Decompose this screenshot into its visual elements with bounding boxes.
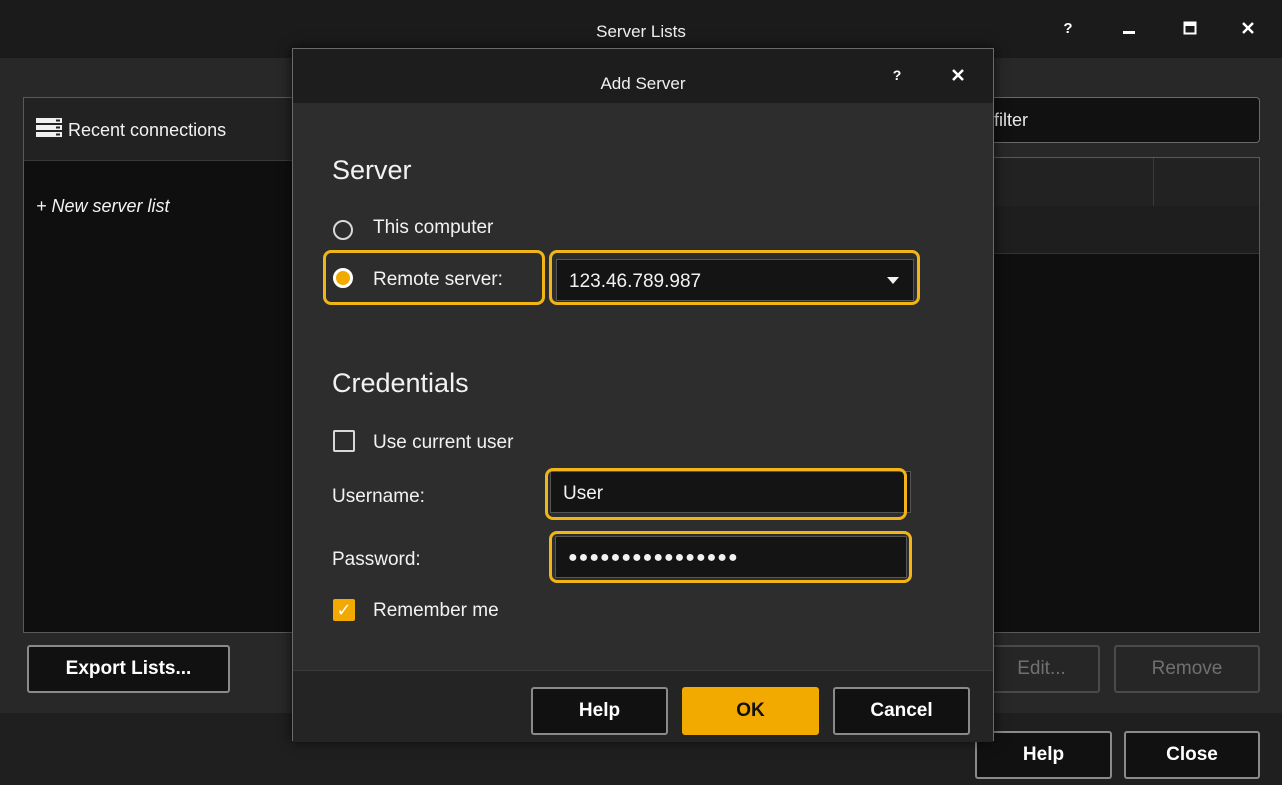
recent-connections-header[interactable]: Recent connections [24,98,294,161]
recent-connections-label: Recent connections [68,120,227,140]
cancel-button[interactable]: Cancel [833,687,970,735]
password-label: Password: [332,549,421,570]
username-label: Username: [332,486,425,507]
dialog-title-bar: Add Server ? [293,49,993,103]
export-lists-button[interactable]: Export Lists... [27,645,230,693]
close-button[interactable]: Close [1124,731,1260,779]
use-current-user-label[interactable]: Use current user [373,432,513,454]
server-list-icon [36,118,62,137]
remember-me-checkbox[interactable]: ✓ [333,599,355,621]
password-highlight [549,531,912,583]
remote-address-highlight [549,250,920,305]
edit-button[interactable]: Edit... [985,645,1100,693]
add-server-dialog: Add Server ? Server This computer Remote… [292,48,994,742]
window-maximize-button[interactable] [1170,10,1210,46]
filter-input[interactable]: filter [988,97,1260,143]
server-table [988,157,1260,633]
column-separator[interactable] [1153,158,1154,206]
table-row[interactable] [988,206,1259,254]
window-help-button[interactable]: ? [1048,10,1088,46]
this-computer-radio[interactable] [333,220,353,240]
ok-button[interactable]: OK [682,687,819,735]
credentials-section-title: Credentials [332,368,469,398]
help-button[interactable]: Help [975,731,1112,779]
close-icon [952,69,964,81]
dialog-help-button[interactable]: ? [877,57,917,93]
dialog-close-button[interactable] [938,57,978,93]
window-minimize-button[interactable] [1109,10,1149,46]
window-close-button[interactable] [1228,10,1268,46]
dialog-help-button-footer[interactable]: Help [531,687,668,735]
maximize-icon [1183,21,1197,35]
remember-me-label[interactable]: Remember me [373,600,499,622]
window-title: Server Lists [596,22,686,41]
username-highlight [545,468,907,520]
filter-text: filter [994,110,1029,130]
table-header [988,158,1259,207]
use-current-user-checkbox[interactable] [333,430,355,452]
remove-button[interactable]: Remove [1114,645,1260,693]
this-computer-label[interactable]: This computer [373,217,493,239]
server-section-title: Server [332,155,412,185]
minimize-icon [1123,31,1135,34]
remote-server-label[interactable]: Remote server: [373,269,503,291]
new-server-list-link[interactable]: + New server list [36,196,170,217]
close-icon [1242,22,1254,34]
remote-server-radio[interactable] [333,268,353,288]
server-list-panel: Recent connections + New server list [23,97,295,633]
